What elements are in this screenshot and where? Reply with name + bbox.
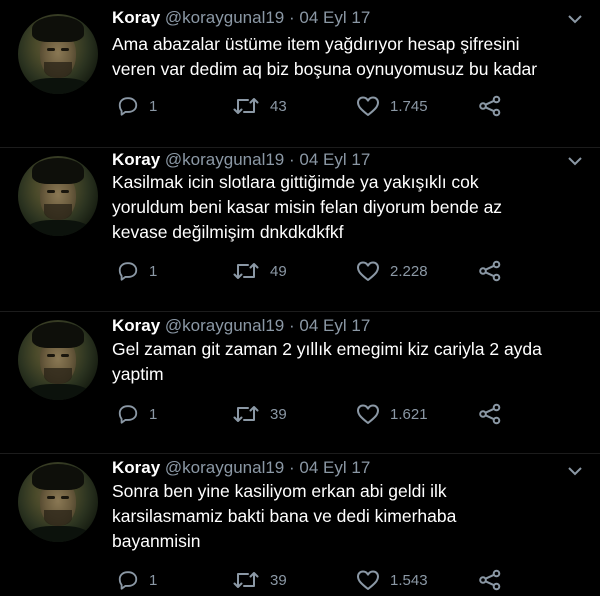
like-button[interactable]: 2.228 bbox=[356, 260, 428, 282]
tweet-date[interactable]: 04 Eyl 17 bbox=[299, 458, 370, 477]
reply-button[interactable]: 1 bbox=[117, 569, 157, 591]
reply-count: 1 bbox=[149, 262, 158, 280]
author-handle[interactable]: @koraygunal19 bbox=[165, 8, 284, 27]
share-button[interactable] bbox=[478, 569, 502, 591]
reply-icon bbox=[118, 97, 138, 116]
retweet-count: 39 bbox=[270, 571, 287, 589]
retweet-count: 49 bbox=[270, 262, 287, 280]
retweet-count: 43 bbox=[270, 97, 287, 115]
tweet-header: Koray @koraygunal19 · 04 Eyl 17 bbox=[112, 316, 370, 336]
retweet-icon bbox=[233, 572, 259, 588]
tweet-text: Kasilmak icin slotlara gittiğimde ya yak… bbox=[112, 172, 503, 242]
reply-button[interactable]: 1 bbox=[117, 260, 157, 282]
avatar[interactable] bbox=[18, 156, 98, 236]
chevron-down-icon[interactable] bbox=[568, 466, 582, 476]
tweet-date[interactable]: 04 Eyl 17 bbox=[299, 150, 370, 169]
tweet-date[interactable]: 04 Eyl 17 bbox=[299, 316, 370, 335]
share-icon bbox=[479, 260, 501, 282]
share-button[interactable] bbox=[478, 403, 502, 425]
separator-dot: · bbox=[289, 150, 295, 169]
heart-icon bbox=[357, 96, 379, 116]
separator-dot: · bbox=[289, 458, 295, 477]
like-count: 1.543 bbox=[390, 571, 428, 589]
share-icon bbox=[479, 95, 501, 117]
share-button[interactable] bbox=[478, 95, 502, 117]
reply-icon bbox=[118, 262, 138, 281]
like-button[interactable]: 1.745 bbox=[356, 95, 428, 117]
reply-icon bbox=[118, 571, 138, 590]
avatar[interactable] bbox=[18, 320, 98, 400]
avatar[interactable] bbox=[18, 14, 98, 94]
heart-icon bbox=[357, 570, 379, 590]
share-icon bbox=[479, 569, 501, 591]
retweet-button[interactable]: 39 bbox=[232, 569, 287, 591]
author-name[interactable]: Koray bbox=[112, 8, 160, 27]
tweet-header: Koray @koraygunal19 · 04 Eyl 17 bbox=[112, 8, 370, 28]
tweet[interactable]: Koray @koraygunal19 · 04 Eyl 17 Ama abaz… bbox=[0, 0, 600, 148]
retweet-icon bbox=[233, 406, 259, 422]
like-button[interactable]: 1.543 bbox=[356, 569, 428, 591]
tweet-text: Ama abazalar üstüme item yağdırıyor hesa… bbox=[112, 34, 538, 79]
tweet-text: Gel zaman git zaman 2 yıllık emegimi kiz… bbox=[112, 339, 542, 384]
retweet-button[interactable]: 43 bbox=[232, 95, 287, 117]
like-count: 1.745 bbox=[390, 97, 428, 115]
tweet-date[interactable]: 04 Eyl 17 bbox=[299, 8, 370, 27]
reply-button[interactable]: 1 bbox=[117, 95, 157, 117]
author-name[interactable]: Koray bbox=[112, 150, 160, 169]
chevron-down-icon[interactable] bbox=[568, 156, 582, 166]
reply-count: 1 bbox=[149, 97, 158, 115]
share-button[interactable] bbox=[478, 260, 502, 282]
like-button[interactable]: 1.621 bbox=[356, 403, 428, 425]
reply-count: 1 bbox=[149, 405, 158, 423]
separator-dot: · bbox=[289, 8, 295, 27]
like-count: 1.621 bbox=[390, 405, 428, 423]
tweet-header: Koray @koraygunal19 · 04 Eyl 17 bbox=[112, 458, 370, 478]
author-handle[interactable]: @koraygunal19 bbox=[165, 458, 284, 477]
author-handle[interactable]: @koraygunal19 bbox=[165, 150, 284, 169]
retweet-icon bbox=[233, 98, 259, 114]
heart-icon bbox=[357, 261, 379, 281]
avatar[interactable] bbox=[18, 462, 98, 542]
author-name[interactable]: Koray bbox=[112, 316, 160, 335]
tweet[interactable]: Koray @koraygunal19 · 04 Eyl 17 Sonra be… bbox=[0, 454, 600, 596]
retweet-icon bbox=[233, 263, 259, 279]
author-name[interactable]: Koray bbox=[112, 458, 160, 477]
author-handle[interactable]: @koraygunal19 bbox=[165, 316, 284, 335]
tweet-header: Koray @koraygunal19 · 04 Eyl 17 bbox=[112, 150, 370, 170]
retweet-button[interactable]: 39 bbox=[232, 403, 287, 425]
retweet-count: 39 bbox=[270, 405, 287, 423]
retweet-button[interactable]: 49 bbox=[232, 260, 287, 282]
reply-icon bbox=[118, 405, 138, 424]
like-count: 2.228 bbox=[390, 262, 428, 280]
tweet-text: Sonra ben yine kasiliyom erkan abi geldi… bbox=[112, 481, 457, 551]
share-icon bbox=[479, 403, 501, 425]
reply-button[interactable]: 1 bbox=[117, 403, 157, 425]
reply-count: 1 bbox=[149, 571, 158, 589]
chevron-down-icon[interactable] bbox=[568, 14, 582, 24]
tweet[interactable]: Koray @koraygunal19 · 04 Eyl 17 Kasilmak… bbox=[0, 148, 600, 311]
separator-dot: · bbox=[289, 316, 295, 335]
heart-icon bbox=[357, 404, 379, 424]
tweet[interactable]: Koray @koraygunal19 · 04 Eyl 17 Gel zama… bbox=[0, 312, 600, 453]
